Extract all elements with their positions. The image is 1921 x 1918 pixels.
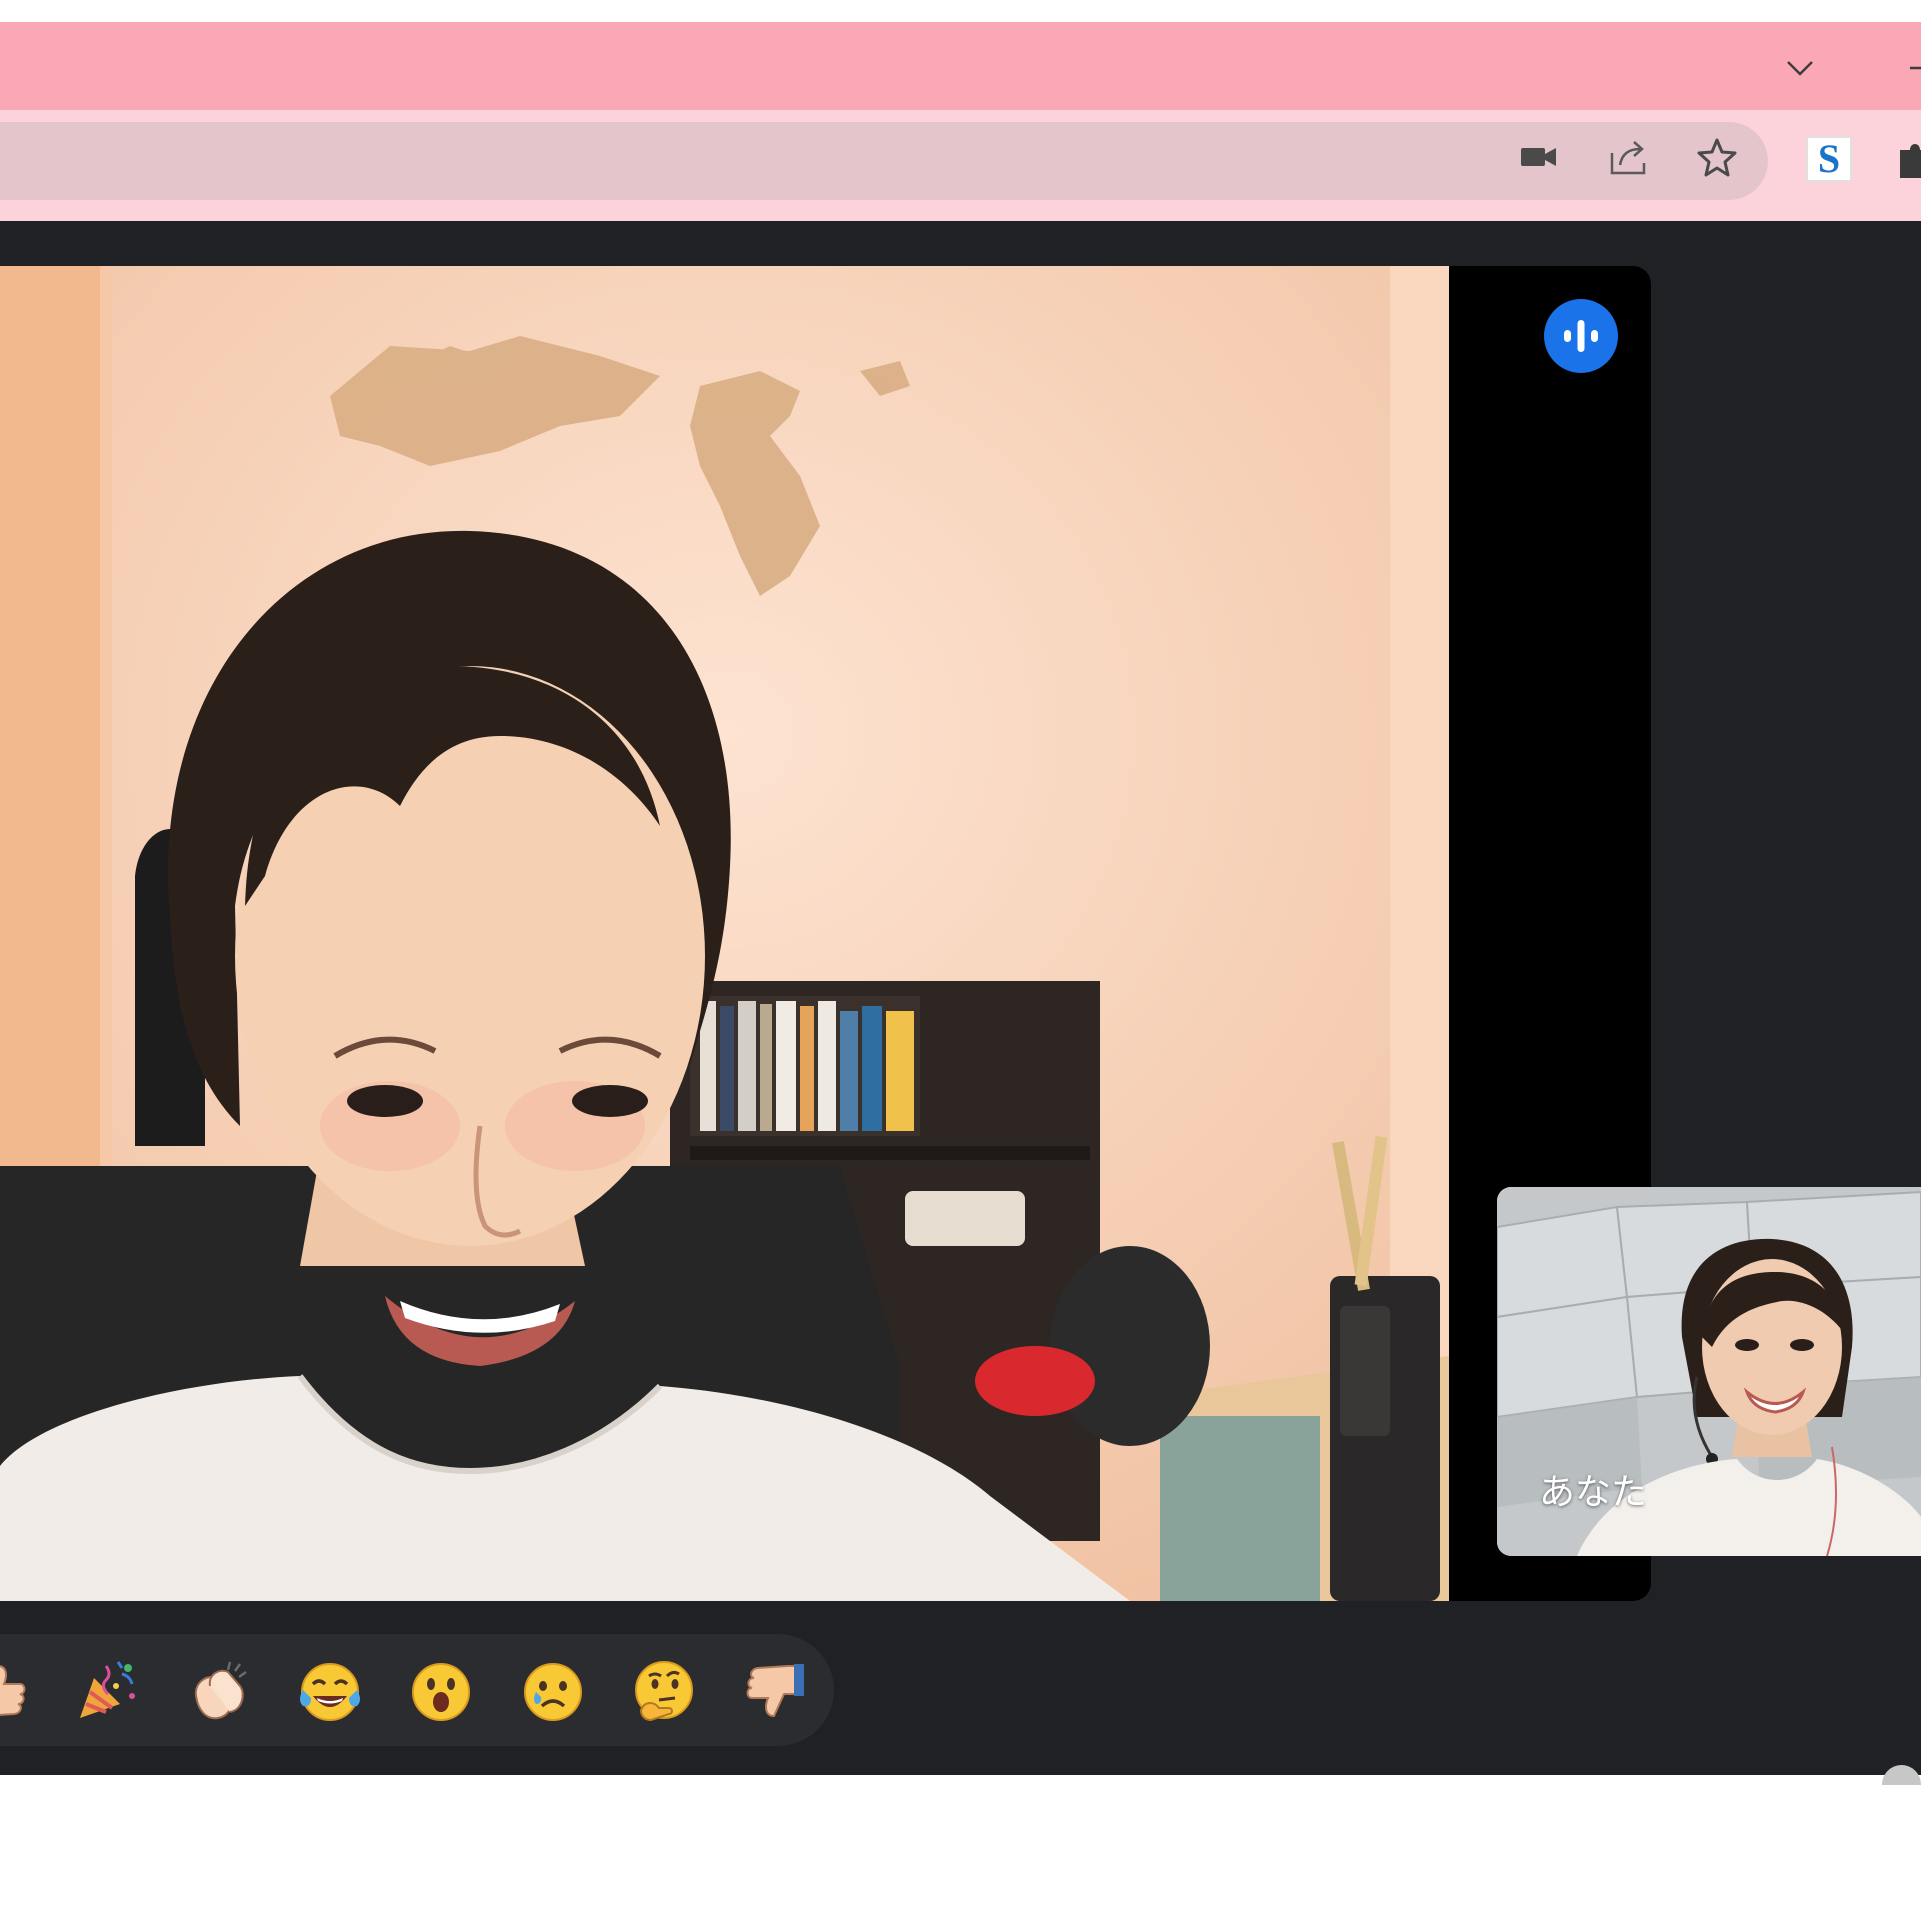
thumbs-down-icon (746, 1664, 804, 1718)
self-view-label: あなた (1539, 1472, 1648, 1513)
camera-in-use-icon[interactable] (1516, 134, 1562, 180)
thumbs-up-icon (0, 1665, 26, 1716)
tears-of-joy-reaction-button[interactable] (295, 1656, 365, 1726)
extensions-puzzle-icon[interactable] (1894, 136, 1921, 182)
sad-face-icon (524, 1663, 582, 1721)
meeting-stage: あなた (0, 221, 1921, 1775)
clapping-hands-reaction-button[interactable] (184, 1656, 254, 1726)
browser-toolbar: S (0, 110, 1921, 221)
surprised-face-icon (412, 1663, 470, 1721)
surprised-reaction-button[interactable] (406, 1656, 476, 1726)
clapping-hands-icon (194, 1661, 247, 1720)
sad-reaction-button[interactable] (518, 1656, 588, 1726)
thumbs-up-reaction-button[interactable] (0, 1656, 32, 1726)
browser-title-bar (0, 22, 1921, 110)
minimize-icon[interactable] (1900, 52, 1921, 84)
address-bar[interactable] (0, 122, 1768, 200)
speaking-indicator-icon (1544, 299, 1618, 373)
self-view-tile[interactable]: あなた (1497, 1187, 1921, 1556)
reaction-bar (0, 1634, 834, 1746)
main-video-scene (0, 266, 1449, 1601)
main-participant-video (0, 266, 1449, 1601)
main-participant-tile[interactable] (0, 266, 1651, 1601)
thumbs-down-reaction-button[interactable] (740, 1656, 810, 1726)
bookmark-star-icon[interactable] (1694, 134, 1740, 180)
party-popper-reaction-button[interactable] (72, 1656, 142, 1726)
thinking-reaction-button[interactable] (629, 1656, 699, 1726)
extension-s-icon[interactable]: S (1806, 136, 1852, 182)
party-popper-icon (80, 1661, 135, 1718)
tears-of-joy-icon (300, 1663, 360, 1721)
thinking-face-icon (635, 1661, 693, 1722)
share-icon[interactable] (1605, 134, 1651, 180)
tab-search-chevron-icon[interactable] (1780, 52, 1820, 84)
